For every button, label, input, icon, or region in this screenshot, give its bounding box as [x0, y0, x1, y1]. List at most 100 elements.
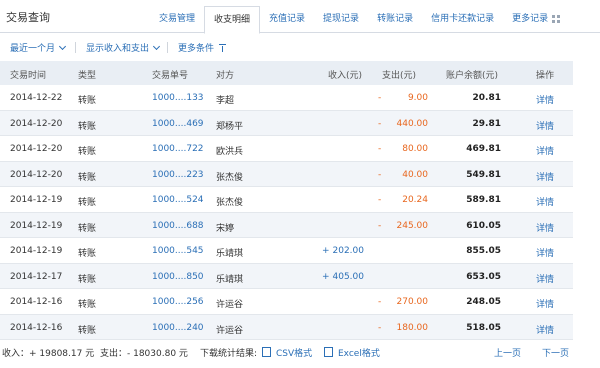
tab-withdraw-records[interactable]: 提现记录 — [314, 6, 368, 32]
expand-icon — [219, 44, 227, 52]
row-balance: 653.05 — [466, 271, 501, 282]
divider — [75, 42, 76, 53]
row-expense: - 80.00 — [378, 144, 428, 154]
row-counterparty: 郑杨平 — [216, 121, 244, 132]
row-transaction-id[interactable]: 1000....722 — [152, 144, 204, 154]
row-type: 转账 — [78, 147, 97, 157]
details-link[interactable]: 详情 — [536, 323, 554, 336]
show-dropdown[interactable]: 显示收入和支出 — [86, 41, 161, 54]
tab-income-expense-detail[interactable]: 收支明细 — [204, 6, 261, 34]
chevron-down-icon — [58, 42, 67, 51]
row-date: 2014-12-20 — [10, 144, 63, 154]
details-link[interactable]: 详情 — [536, 246, 554, 259]
more-conditions-label: 更多条件 — [178, 44, 215, 54]
row-date: 2014-12-19 — [10, 220, 63, 231]
row-counterparty: 李超 — [216, 96, 235, 106]
summary-footer: 收入：+ 19808.17 元 支出：- 18030.80 元 下载统计结果: … — [0, 344, 600, 359]
table-row: 2014-12-19 转账 1000....688 宋婷 - 245.00 610.05 详… — [0, 212, 573, 238]
table-body: 2014-12-22 转账 1000....133 李超 - 9.00 20.81 详情 20… — [0, 85, 573, 340]
tab-more-records-label: 更多记录 — [512, 14, 549, 24]
row-expense: - 270.00 — [378, 297, 428, 307]
row-type: 转账 — [78, 172, 97, 183]
row-type: 转账 — [78, 121, 97, 132]
more-conditions-button[interactable]: 更多条件 — [178, 41, 227, 54]
row-type: 转账 — [78, 249, 97, 259]
details-link[interactable]: 详情 — [536, 297, 554, 310]
row-balance: 20.81 — [472, 93, 501, 103]
tab-more-records[interactable]: 更多记录 — [503, 6, 569, 32]
row-type: 转账 — [78, 96, 97, 106]
row-income-amount: 405.00 — [332, 271, 365, 282]
divider — [167, 42, 168, 53]
chevron-down-icon — [152, 42, 161, 51]
col-party: 对方 — [216, 71, 235, 81]
row-type: 转账 — [78, 274, 97, 285]
row-transaction-id[interactable]: 1000....688 — [152, 221, 204, 231]
row-type: 转账 — [78, 325, 97, 336]
next-page-link[interactable]: 下一页 — [542, 346, 569, 359]
csv-file-icon — [262, 347, 271, 357]
details-link[interactable]: 详情 — [536, 144, 554, 157]
row-transaction-id[interactable]: 1000....223 — [152, 170, 204, 180]
row-balance: 549.81 — [466, 169, 501, 180]
transaction-page: 交易查询 交易管理 收支明细 充值记录 提现记录 转账记录 信用卡还款记录 更多… — [0, 0, 600, 368]
col-expense: 支出(元) — [382, 71, 417, 81]
row-transaction-id[interactable]: 1000....240 — [152, 323, 204, 333]
row-date: 2014-12-20 — [10, 118, 63, 129]
row-type: 转账 — [78, 223, 97, 234]
row-expense-amount: 245.00 — [396, 220, 429, 231]
row-balance: 855.05 — [466, 246, 501, 256]
row-date: 2014-12-19 — [10, 195, 63, 205]
row-income: + 405.00 — [322, 271, 364, 282]
tab-transfer-records[interactable]: 转账记录 — [368, 6, 422, 32]
row-transaction-id[interactable]: 1000....256 — [152, 297, 204, 307]
row-expense: - 180.00 — [378, 322, 428, 333]
details-link[interactable]: 详情 — [536, 170, 554, 183]
tab-recharge-records[interactable]: 充值记录 — [260, 6, 314, 32]
row-date: 2014-12-20 — [10, 169, 63, 180]
show-label: 显示收入和支出 — [86, 44, 150, 54]
row-expense-amount: 440.00 — [396, 118, 429, 129]
table-row: 2014-12-22 转账 1000....133 李超 - 9.00 20.81 详情 — [0, 85, 573, 111]
row-balance: 589.81 — [466, 195, 501, 205]
row-income-amount: 202.00 — [332, 246, 365, 256]
row-transaction-id[interactable]: 1000....133 — [152, 93, 204, 103]
row-counterparty: 欧洪兵 — [216, 147, 244, 157]
csv-download-link[interactable]: CSV格式 — [262, 346, 312, 359]
row-transaction-id[interactable]: 1000....524 — [152, 195, 204, 205]
row-balance: 610.05 — [466, 220, 501, 231]
table-row: 2014-12-19 转账 1000....545 乐靖琪 + 202.00 855.05… — [0, 238, 573, 264]
table-row: 2014-12-20 转账 1000....223 张杰俊 - 40.00 549.81 详… — [0, 161, 573, 187]
row-date: 2014-12-16 — [10, 322, 63, 333]
download-label: 下载统计结果: — [200, 349, 258, 359]
grid-icon — [552, 14, 561, 23]
row-balance: 469.81 — [466, 144, 501, 154]
prev-page-link[interactable]: 上一页 — [494, 346, 521, 359]
row-transaction-id[interactable]: 1000....469 — [152, 119, 204, 129]
page-title: 交易查询 — [6, 11, 50, 24]
excel-download-link[interactable]: Excel格式 — [324, 346, 380, 359]
details-link[interactable]: 详情 — [536, 119, 554, 132]
row-transaction-id[interactable]: 1000....850 — [152, 272, 204, 282]
row-expense-amount: 20.24 — [402, 195, 428, 205]
tab-credit-card-repayment[interactable]: 信用卡还款记录 — [422, 6, 503, 32]
tab-transaction-management[interactable]: 交易管理 — [150, 6, 204, 32]
details-link[interactable]: 详情 — [536, 93, 554, 106]
details-link[interactable]: 详情 — [536, 221, 554, 234]
period-dropdown[interactable]: 最近一个月 — [10, 41, 67, 54]
row-expense: - 20.24 — [378, 195, 428, 205]
total-expense: 支出：- 18030.80 元 — [100, 349, 188, 359]
row-counterparty: 乐靖琪 — [216, 274, 244, 285]
details-link[interactable]: 详情 — [536, 195, 554, 208]
row-date: 2014-12-16 — [10, 297, 63, 307]
row-counterparty: 许运谷 — [216, 325, 244, 336]
row-income: + 202.00 — [322, 246, 364, 256]
row-balance: 518.05 — [466, 322, 501, 333]
row-counterparty: 张杰俊 — [216, 198, 244, 208]
filter-bar: 最近一个月 显示收入和支出 更多条件 — [0, 36, 600, 58]
row-transaction-id[interactable]: 1000....545 — [152, 246, 204, 256]
details-link[interactable]: 详情 — [536, 272, 554, 285]
table-row: 2014-12-20 转账 1000....722 欧洪兵 - 80.00 469.81 详… — [0, 136, 573, 162]
row-expense-amount: 180.00 — [396, 322, 429, 333]
total-income: 收入：+ 19808.17 元 — [2, 349, 95, 359]
